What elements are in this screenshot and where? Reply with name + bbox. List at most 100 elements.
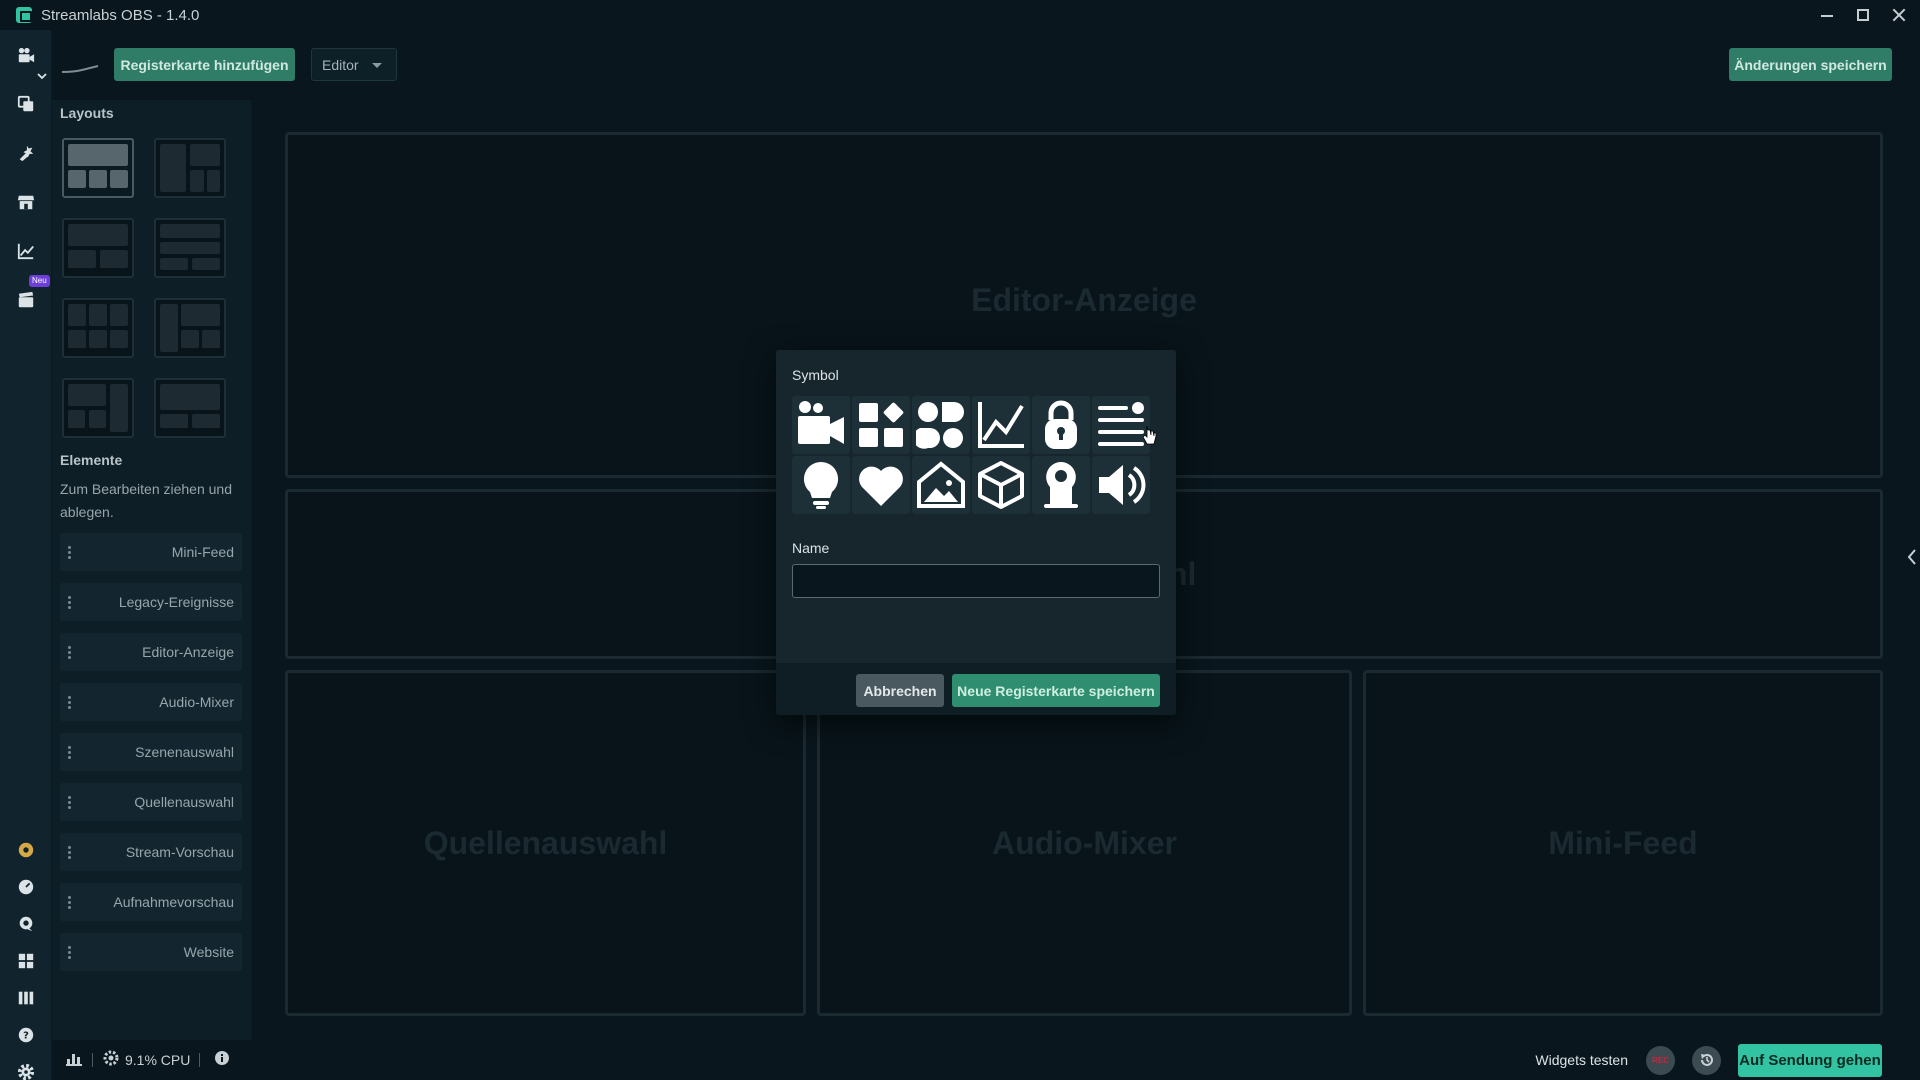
pin-icon bbox=[1044, 462, 1078, 508]
layout-slot-audio-mixer[interactable]: Audio-Mixer bbox=[817, 670, 1352, 1016]
svg-text:?: ? bbox=[23, 1031, 29, 1042]
store-icon[interactable] bbox=[16, 192, 36, 212]
elements-hint: Zum Bearbeiten ziehen und ablegen. bbox=[60, 481, 232, 520]
symbol-cube-option[interactable] bbox=[972, 456, 1030, 514]
drag-handle-icon bbox=[68, 846, 72, 860]
performance-icon[interactable] bbox=[66, 1050, 82, 1071]
layout-option-2[interactable] bbox=[154, 138, 226, 198]
info-icon[interactable] bbox=[214, 1050, 230, 1071]
help-icon[interactable]: ? bbox=[16, 1025, 36, 1045]
studio-icon[interactable] bbox=[16, 46, 36, 66]
chevron-left-icon[interactable] bbox=[1906, 548, 1918, 566]
slot-label: Audio-Mixer bbox=[992, 824, 1177, 861]
element-item-source-selector[interactable]: Quellenauswahl bbox=[60, 783, 242, 821]
symbol-image-option[interactable] bbox=[912, 456, 970, 514]
minimize-button[interactable] bbox=[1820, 8, 1834, 22]
drag-handle-icon bbox=[68, 746, 72, 760]
layout-option-7[interactable] bbox=[62, 378, 134, 438]
symbol-studio-option[interactable] bbox=[792, 396, 850, 454]
record-button[interactable]: REC bbox=[1646, 1045, 1675, 1075]
test-widgets-button[interactable]: Widgets testen bbox=[1535, 1052, 1628, 1068]
save-changes-button[interactable]: Änderungen speichern bbox=[1729, 48, 1892, 81]
blocks-icon bbox=[916, 402, 964, 449]
layout-option-4[interactable] bbox=[154, 218, 226, 278]
list-icon bbox=[1098, 402, 1144, 446]
drag-handle-icon bbox=[68, 696, 72, 710]
element-item-website[interactable]: Website bbox=[60, 933, 242, 971]
library-icon[interactable] bbox=[16, 988, 36, 1008]
dashboard-icon[interactable] bbox=[16, 877, 36, 897]
tab-name-input[interactable] bbox=[792, 564, 1160, 598]
symbol-lightbulb-option[interactable] bbox=[792, 456, 850, 514]
prime-icon[interactable] bbox=[16, 840, 36, 860]
elements-heading: Elemente bbox=[60, 452, 123, 468]
apps-icon[interactable] bbox=[16, 143, 36, 163]
save-new-tab-button[interactable]: Neue Registerkarte speichern bbox=[952, 674, 1160, 707]
add-tab-button[interactable]: Registerkarte hinzufügen bbox=[114, 48, 295, 81]
symbol-chart-option[interactable] bbox=[972, 396, 1030, 454]
element-item-label: Mini-Feed bbox=[171, 544, 234, 560]
element-item-stream-preview[interactable]: Stream-Vorschau bbox=[60, 833, 242, 871]
cancel-button[interactable]: Abbrechen bbox=[856, 674, 944, 707]
symbol-label: Symbol bbox=[792, 367, 839, 383]
lock-icon bbox=[1045, 400, 1077, 449]
symbol-list-option[interactable] bbox=[1092, 396, 1150, 454]
symbol-pin-option[interactable] bbox=[1032, 456, 1090, 514]
symbol-speaker-option[interactable] bbox=[1092, 456, 1150, 514]
layout-option-5[interactable] bbox=[62, 298, 134, 358]
caret-down-icon bbox=[372, 63, 382, 68]
editor-tab-select[interactable]: Editor bbox=[311, 48, 397, 81]
layout-slot-mini-feed[interactable]: Mini-Feed bbox=[1363, 670, 1883, 1016]
element-item-mini-feed[interactable]: Mini-Feed bbox=[60, 533, 242, 571]
layout-icon[interactable] bbox=[16, 951, 36, 971]
symbol-lock-option[interactable] bbox=[1032, 396, 1090, 454]
separator bbox=[92, 1053, 93, 1067]
status-bar: 9.1% CPU Widgets testen REC Auf Sendung … bbox=[52, 1040, 1920, 1080]
layout-option-3[interactable] bbox=[62, 218, 134, 278]
dialog-footer: Abbrechen Neue Registerkarte speichern bbox=[776, 663, 1176, 715]
streamlabs-logo-icon bbox=[16, 7, 32, 23]
analytics-icon[interactable] bbox=[16, 241, 36, 261]
layout-slot-source-selector[interactable]: Quellenauswahl bbox=[285, 670, 806, 1016]
record-label: REC bbox=[1652, 1055, 1669, 1065]
lightbulb-icon bbox=[803, 461, 839, 509]
settings-icon[interactable] bbox=[16, 1062, 36, 1080]
symbol-widgets-option[interactable] bbox=[852, 396, 910, 454]
element-item-label: Legacy-Ereignisse bbox=[118, 594, 234, 610]
layouts-heading: Layouts bbox=[60, 105, 114, 121]
drag-handle-icon bbox=[68, 946, 72, 960]
chevron-down-icon[interactable] bbox=[37, 68, 47, 80]
layout-editor-panel: Layouts Elemente Zum Bearbeiten ziehen u… bbox=[52, 100, 252, 1040]
highlighter-icon[interactable] bbox=[16, 290, 36, 310]
go-live-button[interactable]: Auf Sendung gehen bbox=[1738, 1043, 1882, 1077]
element-item-label: Editor-Anzeige bbox=[142, 644, 234, 660]
element-item-label: Szenenauswahl bbox=[135, 744, 234, 760]
replay-buffer-button[interactable] bbox=[1692, 1045, 1721, 1075]
symbol-blocks-option[interactable] bbox=[912, 396, 970, 454]
element-item-scene-selector[interactable]: Szenenauswahl bbox=[60, 733, 242, 771]
layout-option-8[interactable] bbox=[154, 378, 226, 438]
cube-icon bbox=[978, 461, 1024, 509]
drag-handle-icon bbox=[68, 896, 72, 910]
speaker-icon bbox=[1099, 465, 1146, 505]
drag-handle-icon bbox=[68, 646, 72, 660]
element-item-audio-mixer[interactable]: Audio-Mixer bbox=[60, 683, 242, 721]
new-tab-dialog: Symbol Name Abbrechen Neue Registerkarte… bbox=[776, 350, 1176, 715]
symbol-heart-option[interactable] bbox=[852, 456, 910, 514]
layout-option-1[interactable] bbox=[62, 138, 134, 198]
help-chat-icon[interactable] bbox=[16, 914, 36, 934]
window-title: Streamlabs OBS - 1.4.0 bbox=[41, 6, 200, 24]
themes-icon[interactable] bbox=[16, 94, 36, 114]
element-item-label: Aufnahmevorschau bbox=[113, 894, 234, 910]
editor-toolbar: Registerkarte hinzufügen Editor Änderung… bbox=[52, 30, 1920, 100]
layout-option-6[interactable] bbox=[154, 298, 226, 358]
slot-label: Quellenauswahl bbox=[423, 824, 668, 861]
element-item-legacy-events[interactable]: Legacy-Ereignisse bbox=[60, 583, 242, 621]
close-window-button[interactable] bbox=[1892, 8, 1906, 22]
maximize-button[interactable] bbox=[1856, 8, 1870, 22]
element-item-recording-preview[interactable]: Aufnahmevorschau bbox=[60, 883, 242, 921]
drag-handle-icon bbox=[68, 546, 72, 560]
element-item-label: Quellenauswahl bbox=[134, 794, 234, 810]
element-item-editor-display[interactable]: Editor-Anzeige bbox=[60, 633, 242, 671]
cpu-icon bbox=[103, 1050, 119, 1071]
